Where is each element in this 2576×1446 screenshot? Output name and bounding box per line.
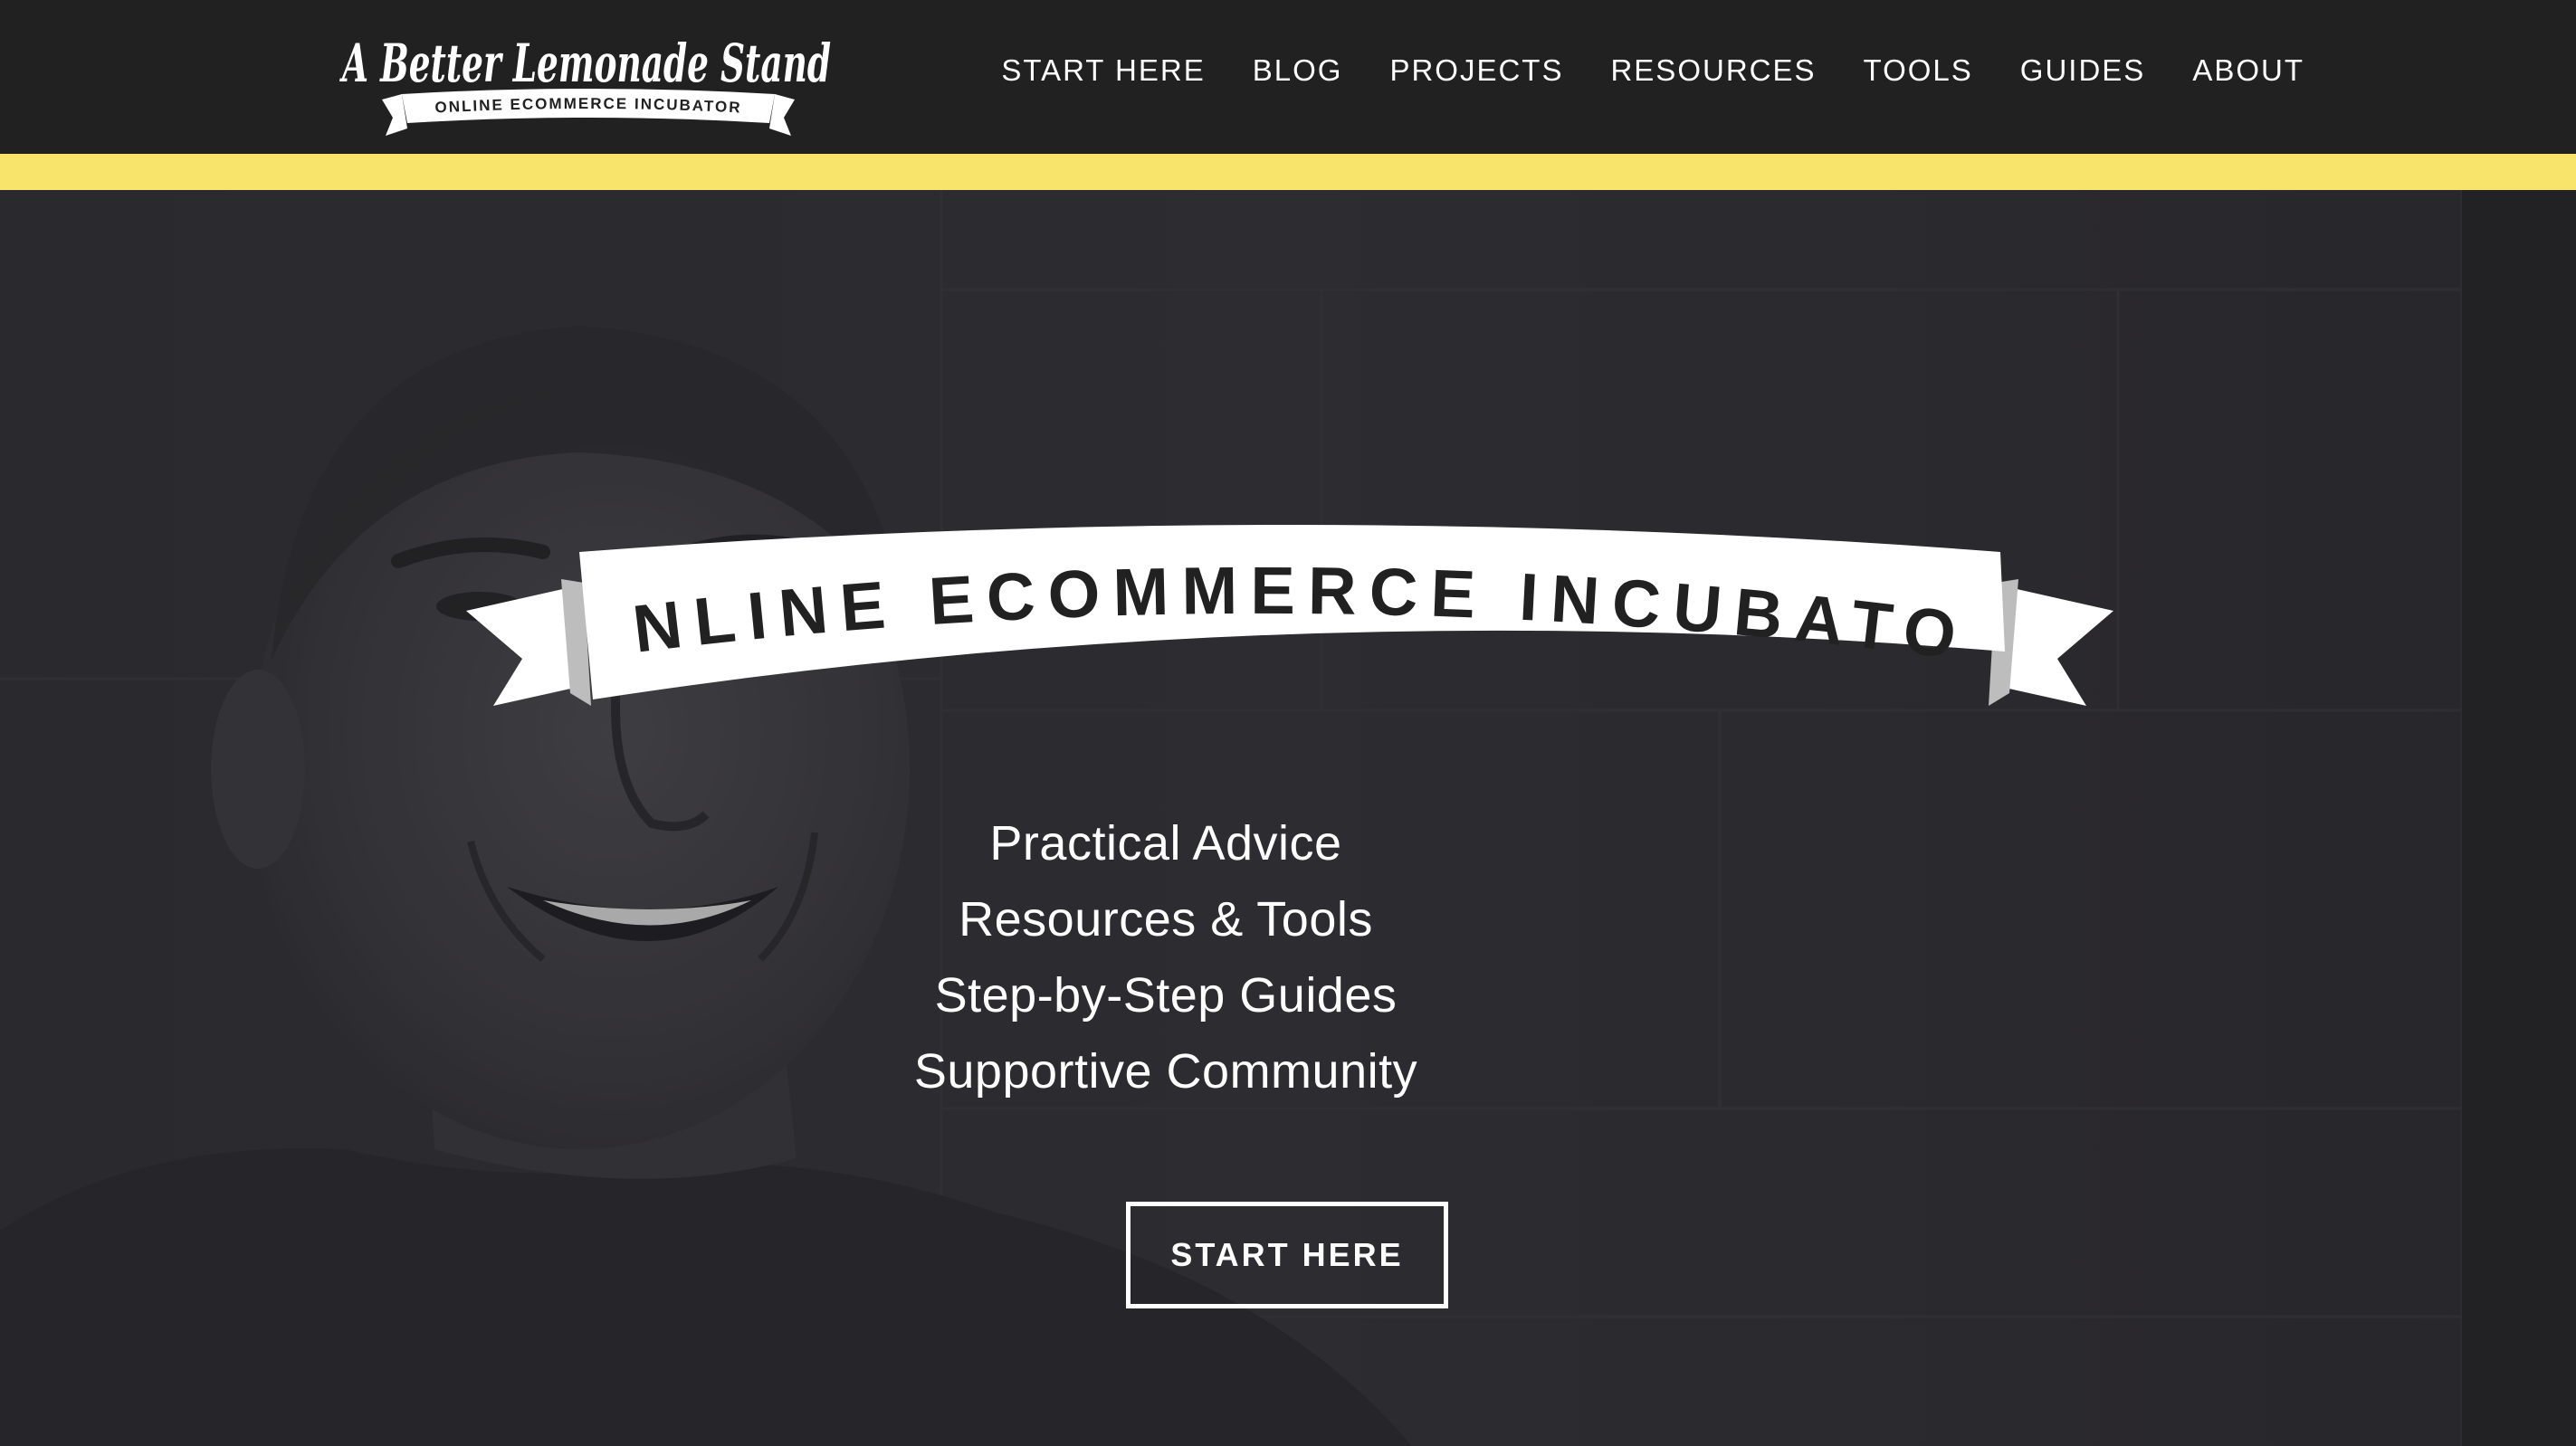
nav-resources[interactable]: RESOURCES (1610, 53, 1816, 88)
hero-line-community: Supportive Community (913, 1044, 1418, 1099)
accent-bar (0, 154, 2576, 190)
start-here-button[interactable]: START HERE (1126, 1202, 1448, 1308)
nav-start-here[interactable]: START HERE (1001, 53, 1205, 88)
hero-line-practical-advice: Practical Advice (989, 816, 1342, 870)
main-nav: START HERE BLOG PROJECTS RESOURCES TOOLS… (954, 0, 2304, 140)
nav-projects[interactable]: PROJECTS (1389, 53, 1563, 88)
hero-value-list: Practical Advice Resources & Tools Step-… (0, 805, 2576, 1109)
hero-line-guides: Step-by-Step Guides (934, 968, 1398, 1023)
hero-banner-ribbon: ONLINE ECOMMERCE INCUBATOR (466, 525, 2113, 706)
hero-section: ONLINE ECOMMERCE INCUBATOR Practical Adv… (0, 190, 2576, 1446)
nav-blog[interactable]: BLOG (1253, 53, 1343, 88)
logo-title: A Better Lemonade Stand (339, 33, 831, 94)
site-header: A Better Lemonade Stand ONLINE ECOMMERCE… (0, 0, 2576, 154)
site-logo[interactable]: A Better Lemonade Stand ONLINE ECOMMERCE… (335, 11, 842, 138)
nav-tools[interactable]: TOOLS (1864, 53, 1973, 88)
hero-line-resources-tools: Resources & Tools (959, 892, 1373, 947)
logo-graphic: A Better Lemonade Stand ONLINE ECOMMERCE… (339, 33, 831, 136)
nav-about[interactable]: ABOUT (2192, 53, 2304, 88)
nav-guides[interactable]: GUIDES (2020, 53, 2146, 88)
